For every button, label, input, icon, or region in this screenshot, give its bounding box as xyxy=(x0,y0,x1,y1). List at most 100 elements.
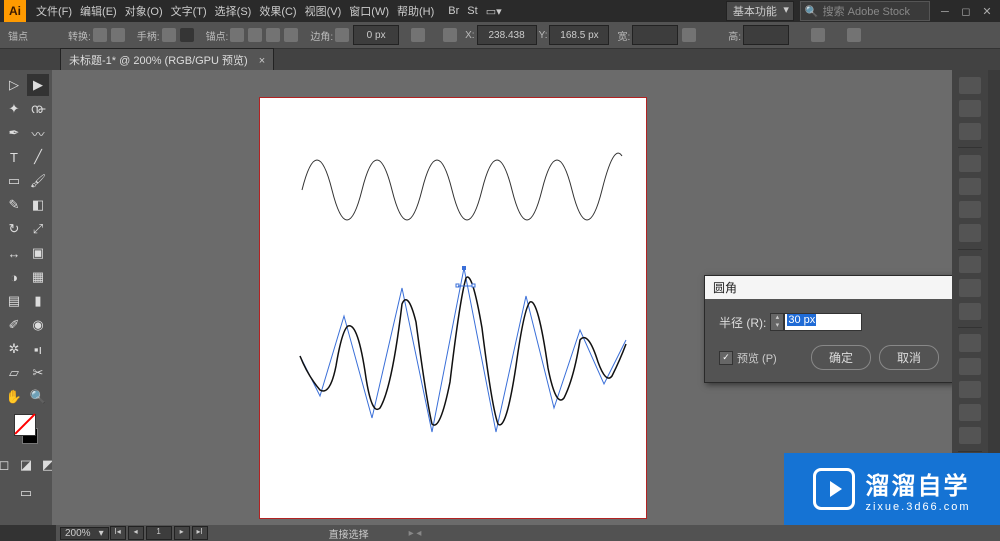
free-transform-tool[interactable]: ▣ xyxy=(27,242,49,264)
stock-icon[interactable]: St xyxy=(467,5,477,17)
brushes-panel-icon[interactable] xyxy=(959,201,981,218)
stroke-panel-icon[interactable] xyxy=(959,224,981,241)
perspective-grid-tool[interactable]: ▦ xyxy=(27,266,49,288)
color-panel-icon[interactable] xyxy=(959,155,981,172)
hand-tool[interactable]: ✋ xyxy=(3,386,25,408)
menu-object[interactable]: 对象(O) xyxy=(121,3,167,19)
slice-tool[interactable]: ✂ xyxy=(27,362,49,384)
shaper-tool[interactable]: ✎ xyxy=(3,194,25,216)
y-input[interactable] xyxy=(549,25,609,45)
width-tool[interactable]: ↔ xyxy=(3,242,25,264)
arrange-icon[interactable]: ▭▾ xyxy=(486,5,502,18)
draw-normal-icon[interactable]: ◻ xyxy=(0,454,15,476)
bridge-icon[interactable]: Br xyxy=(448,5,459,17)
cancel-button[interactable]: 取消 xyxy=(879,345,939,370)
ok-button[interactable]: 确定 xyxy=(811,345,871,370)
selection-tool[interactable]: ▷ xyxy=(3,74,25,96)
rotate-tool[interactable]: ↻ xyxy=(3,218,25,240)
anchor-cut-icon[interactable] xyxy=(248,28,262,42)
maximize-icon[interactable]: ◻ xyxy=(957,5,975,18)
appearance-panel-icon[interactable] xyxy=(959,427,981,444)
curvature-tool[interactable]: 〰 xyxy=(27,122,49,144)
scroll-left-icon[interactable]: ▸ ◂ xyxy=(409,528,422,539)
w-input[interactable] xyxy=(632,25,678,45)
anchor-connect-icon[interactable] xyxy=(266,28,280,42)
transform-icon-2[interactable] xyxy=(847,28,861,42)
draw-behind-icon[interactable]: ◪ xyxy=(15,454,37,476)
menu-select[interactable]: 选择(S) xyxy=(211,3,256,19)
swatches-panel-icon[interactable] xyxy=(959,178,981,195)
next-artboard-button[interactable]: ▸ xyxy=(174,526,190,540)
gradient-panel-icon[interactable] xyxy=(959,279,981,296)
menu-window[interactable]: 窗口(W) xyxy=(345,3,393,19)
layers-panel-icon[interactable] xyxy=(959,100,981,117)
rectangle-tool[interactable]: ▭ xyxy=(3,170,25,192)
align-icon[interactable] xyxy=(443,28,457,42)
symbols-panel-icon[interactable] xyxy=(959,256,981,273)
column-graph-tool[interactable]: ▪ı xyxy=(27,338,49,360)
ref-point-icon[interactable] xyxy=(411,28,425,42)
shape-builder-tool[interactable]: ◑ xyxy=(3,266,25,288)
line-tool[interactable]: ╱ xyxy=(27,146,49,168)
symbol-sprayer-tool[interactable]: ✲ xyxy=(3,338,25,360)
minimize-icon[interactable]: ─ xyxy=(936,6,954,18)
zoom-select[interactable]: 200% xyxy=(60,527,109,540)
artboard-number[interactable]: 1 xyxy=(146,526,172,540)
search-input[interactable]: 🔍 搜索 Adobe Stock xyxy=(800,1,930,21)
eraser-tool[interactable]: ◧ xyxy=(27,194,49,216)
prev-artboard-button[interactable]: ◂ xyxy=(128,526,144,540)
anchor-add-icon[interactable] xyxy=(284,28,298,42)
fill-stroke-swatch[interactable] xyxy=(14,414,38,444)
handle-icon-1[interactable] xyxy=(162,28,176,42)
properties-panel-icon[interactable] xyxy=(959,77,981,94)
handle-icon-2[interactable] xyxy=(180,28,194,42)
align-panel-icon[interactable] xyxy=(959,381,981,398)
preview-checkbox[interactable]: ✓ 预览 (P) xyxy=(719,350,777,366)
tool-panel: ▷ ▶ ✦ ൹ ✒ 〰 T ╱ ▭ 🖌 ✎ ◧ ↻ ⤢ ↔ ▣ ◑ ▦ ▤ ▮ … xyxy=(0,70,52,525)
tab-close-icon[interactable]: × xyxy=(259,55,265,67)
menu-effect[interactable]: 效果(C) xyxy=(255,3,300,19)
convert-corner-icon[interactable] xyxy=(93,28,107,42)
scale-tool[interactable]: ⤢ xyxy=(27,218,49,240)
anchor-remove-icon[interactable] xyxy=(230,28,244,42)
paintbrush-tool[interactable]: 🖌 xyxy=(27,170,49,192)
app-logo: Ai xyxy=(4,0,26,22)
eyedropper-tool[interactable]: ✐ xyxy=(3,314,25,336)
paragraph-panel-icon[interactable] xyxy=(959,358,981,375)
transparency-panel-icon[interactable] xyxy=(959,303,981,320)
lasso-tool[interactable]: ൹ xyxy=(27,98,49,120)
direct-selection-tool[interactable]: ▶ xyxy=(27,74,49,96)
convert-smooth-icon[interactable] xyxy=(111,28,125,42)
character-panel-icon[interactable] xyxy=(959,334,981,351)
type-tool[interactable]: T xyxy=(3,146,25,168)
radius-input[interactable]: 30 px xyxy=(784,313,862,331)
menu-edit[interactable]: 编辑(E) xyxy=(76,3,121,19)
corner-value-input[interactable] xyxy=(353,25,399,45)
transform-icon-1[interactable] xyxy=(811,28,825,42)
last-artboard-button[interactable]: ▸I xyxy=(192,526,208,540)
handle-label: 手柄: xyxy=(137,28,160,43)
menu-view[interactable]: 视图(V) xyxy=(301,3,346,19)
link-wh-icon[interactable] xyxy=(682,28,696,42)
zoom-tool[interactable]: 🔍 xyxy=(27,386,49,408)
blend-tool[interactable]: ◉ xyxy=(27,314,49,336)
transform-panel-icon[interactable] xyxy=(959,404,981,421)
h-input[interactable] xyxy=(743,25,789,45)
close-icon[interactable]: ✕ xyxy=(978,5,996,18)
artboard-tool[interactable]: ▱ xyxy=(3,362,25,384)
gradient-tool[interactable]: ▮ xyxy=(27,290,49,312)
menu-type[interactable]: 文字(T) xyxy=(167,3,211,19)
magic-wand-tool[interactable]: ✦ xyxy=(3,98,25,120)
x-input[interactable] xyxy=(477,25,537,45)
libraries-panel-icon[interactable] xyxy=(959,123,981,140)
pen-tool[interactable]: ✒ xyxy=(3,122,25,144)
menu-help[interactable]: 帮助(H) xyxy=(393,3,438,19)
mesh-tool[interactable]: ▤ xyxy=(3,290,25,312)
first-artboard-button[interactable]: I◂ xyxy=(110,526,126,540)
radius-stepper[interactable]: ▴▾ xyxy=(770,313,784,331)
corner-type-icon[interactable] xyxy=(335,28,349,42)
document-tab[interactable]: 未标题-1* @ 200% (RGB/GPU 预览) × xyxy=(60,48,274,71)
menu-file[interactable]: 文件(F) xyxy=(32,3,76,19)
workspace-switcher[interactable]: 基本功能 xyxy=(726,1,794,21)
screen-mode-icon[interactable]: ▭ xyxy=(15,482,37,504)
